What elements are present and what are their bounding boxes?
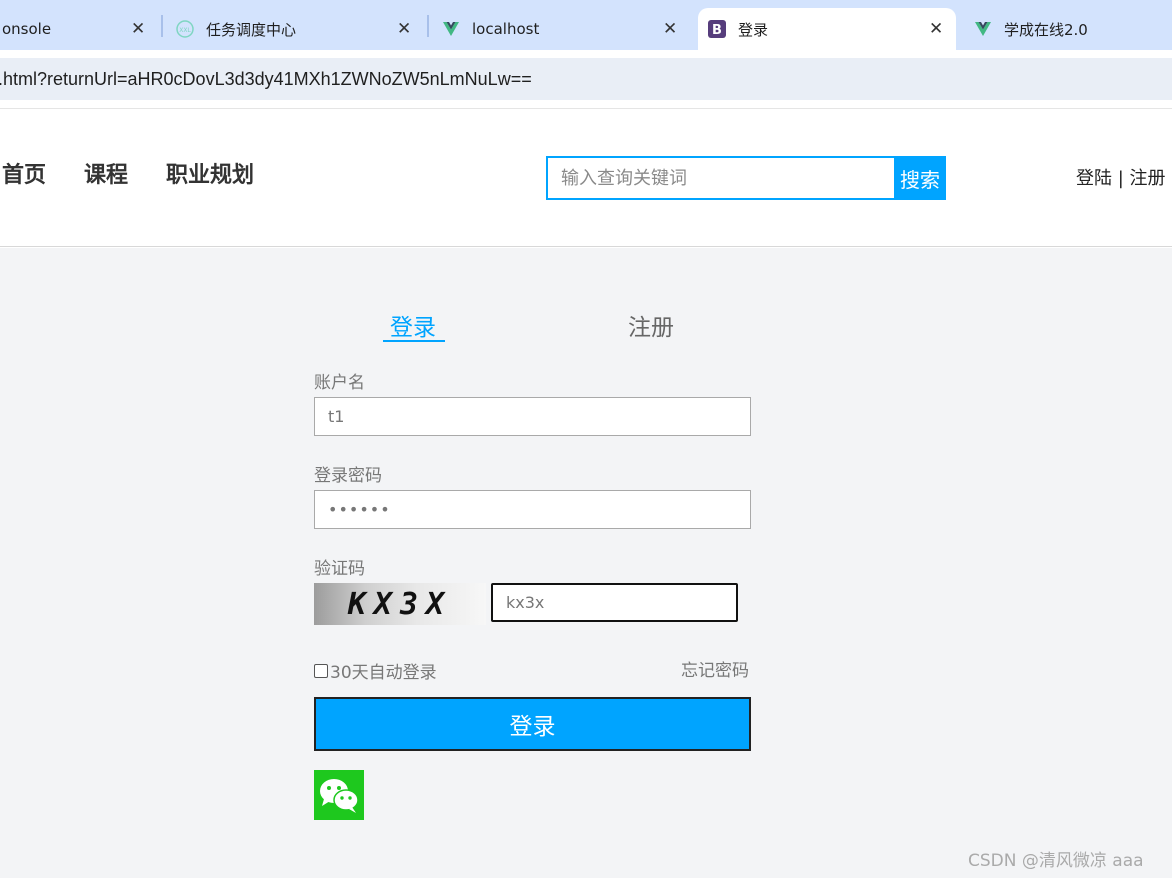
svg-text:B: B [712, 23, 722, 38]
remember-checkbox[interactable] [314, 663, 328, 678]
nav-career-planning[interactable]: 职业规划 [166, 157, 254, 189]
xxl-job-icon: XXL [176, 20, 194, 38]
search-button[interactable]: 搜索 [894, 156, 946, 200]
close-icon[interactable]: ✕ [663, 19, 677, 39]
browser-tab-strip: onsole ✕ XXL 任务调度中心 ✕ localhost ✕ B 登录 ✕ [0, 0, 1172, 50]
tab-title: 登录 [738, 20, 769, 39]
svg-text:XXL: XXL [179, 27, 191, 34]
login-submit-button[interactable]: 登录 [314, 697, 751, 751]
remember-label: 30天自动登录 [330, 663, 437, 683]
tab-title: 任务调度中心 [206, 20, 297, 39]
wechat-login-button[interactable] [314, 770, 364, 820]
password-label: 登录密码 [314, 466, 382, 486]
captcha-label: 验证码 [314, 559, 365, 579]
search-input[interactable] [548, 158, 894, 198]
tab-localhost[interactable]: localhost ✕ [442, 8, 692, 50]
tab-login-active[interactable]: B 登录 ✕ [698, 8, 956, 50]
auth-links: 登陆 | 注册 [1076, 164, 1166, 190]
watermark: CSDN @清风微凉 aaa [968, 851, 1144, 871]
username-label: 账户名 [314, 373, 365, 393]
password-field[interactable] [314, 490, 751, 529]
register-link[interactable]: 注册 [1130, 168, 1166, 189]
tab-title: localhost [472, 20, 540, 38]
address-url[interactable]: .html?returnUrl=aHR0cDovL3d3dy41MXh1ZWNo… [0, 69, 532, 90]
address-bar-row: .html?returnUrl=aHR0cDovL3d3dy41MXh1ZWNo… [0, 50, 1172, 108]
forgot-password-link[interactable]: 忘记密码 [681, 656, 749, 681]
username-field[interactable] [314, 397, 751, 436]
tab-xuecheng[interactable]: 学成在线2.0 [974, 8, 1172, 50]
search-box [546, 156, 896, 200]
wechat-icon [320, 779, 359, 813]
tab-separator [427, 15, 429, 37]
bootstrap-icon: B [708, 20, 726, 38]
close-icon[interactable]: ✕ [929, 19, 943, 39]
tab-console[interactable]: onsole ✕ [0, 8, 155, 50]
tab-title: onsole [2, 20, 52, 38]
tab-login[interactable]: 登录 [390, 308, 436, 342]
nav-courses[interactable]: 课程 [84, 157, 128, 189]
nav-home[interactable]: 首页 [2, 157, 46, 189]
vue-icon [975, 22, 991, 36]
tab-task-scheduler[interactable]: XXL 任务调度中心 ✕ [176, 8, 426, 50]
captcha-image-text: KX3X [347, 586, 453, 622]
link-divider: | [1117, 168, 1124, 189]
login-link[interactable]: 登陆 [1076, 168, 1112, 189]
tab-title: 学成在线2.0 [1004, 20, 1088, 39]
address-bar[interactable]: .html?returnUrl=aHR0cDovL3d3dy41MXh1ZWNo… [0, 58, 1172, 100]
site-header: 首页 课程 职业规划 搜索 登陆 | 注册 [0, 109, 1172, 247]
captcha-field[interactable] [491, 583, 738, 622]
remember-me[interactable]: 30天自动登录 [314, 658, 437, 683]
tab-separator [161, 15, 163, 37]
active-tab-indicator [383, 340, 445, 342]
tab-register[interactable]: 注册 [628, 308, 674, 342]
close-icon[interactable]: ✕ [397, 19, 411, 39]
vue-icon [443, 22, 459, 36]
login-page: 登录 注册 账户名 登录密码 验证码 KX3X 30天自动登录 忘记密码 登录 … [0, 248, 1172, 878]
captcha-image[interactable]: KX3X [314, 583, 486, 625]
close-icon[interactable]: ✕ [131, 19, 145, 39]
